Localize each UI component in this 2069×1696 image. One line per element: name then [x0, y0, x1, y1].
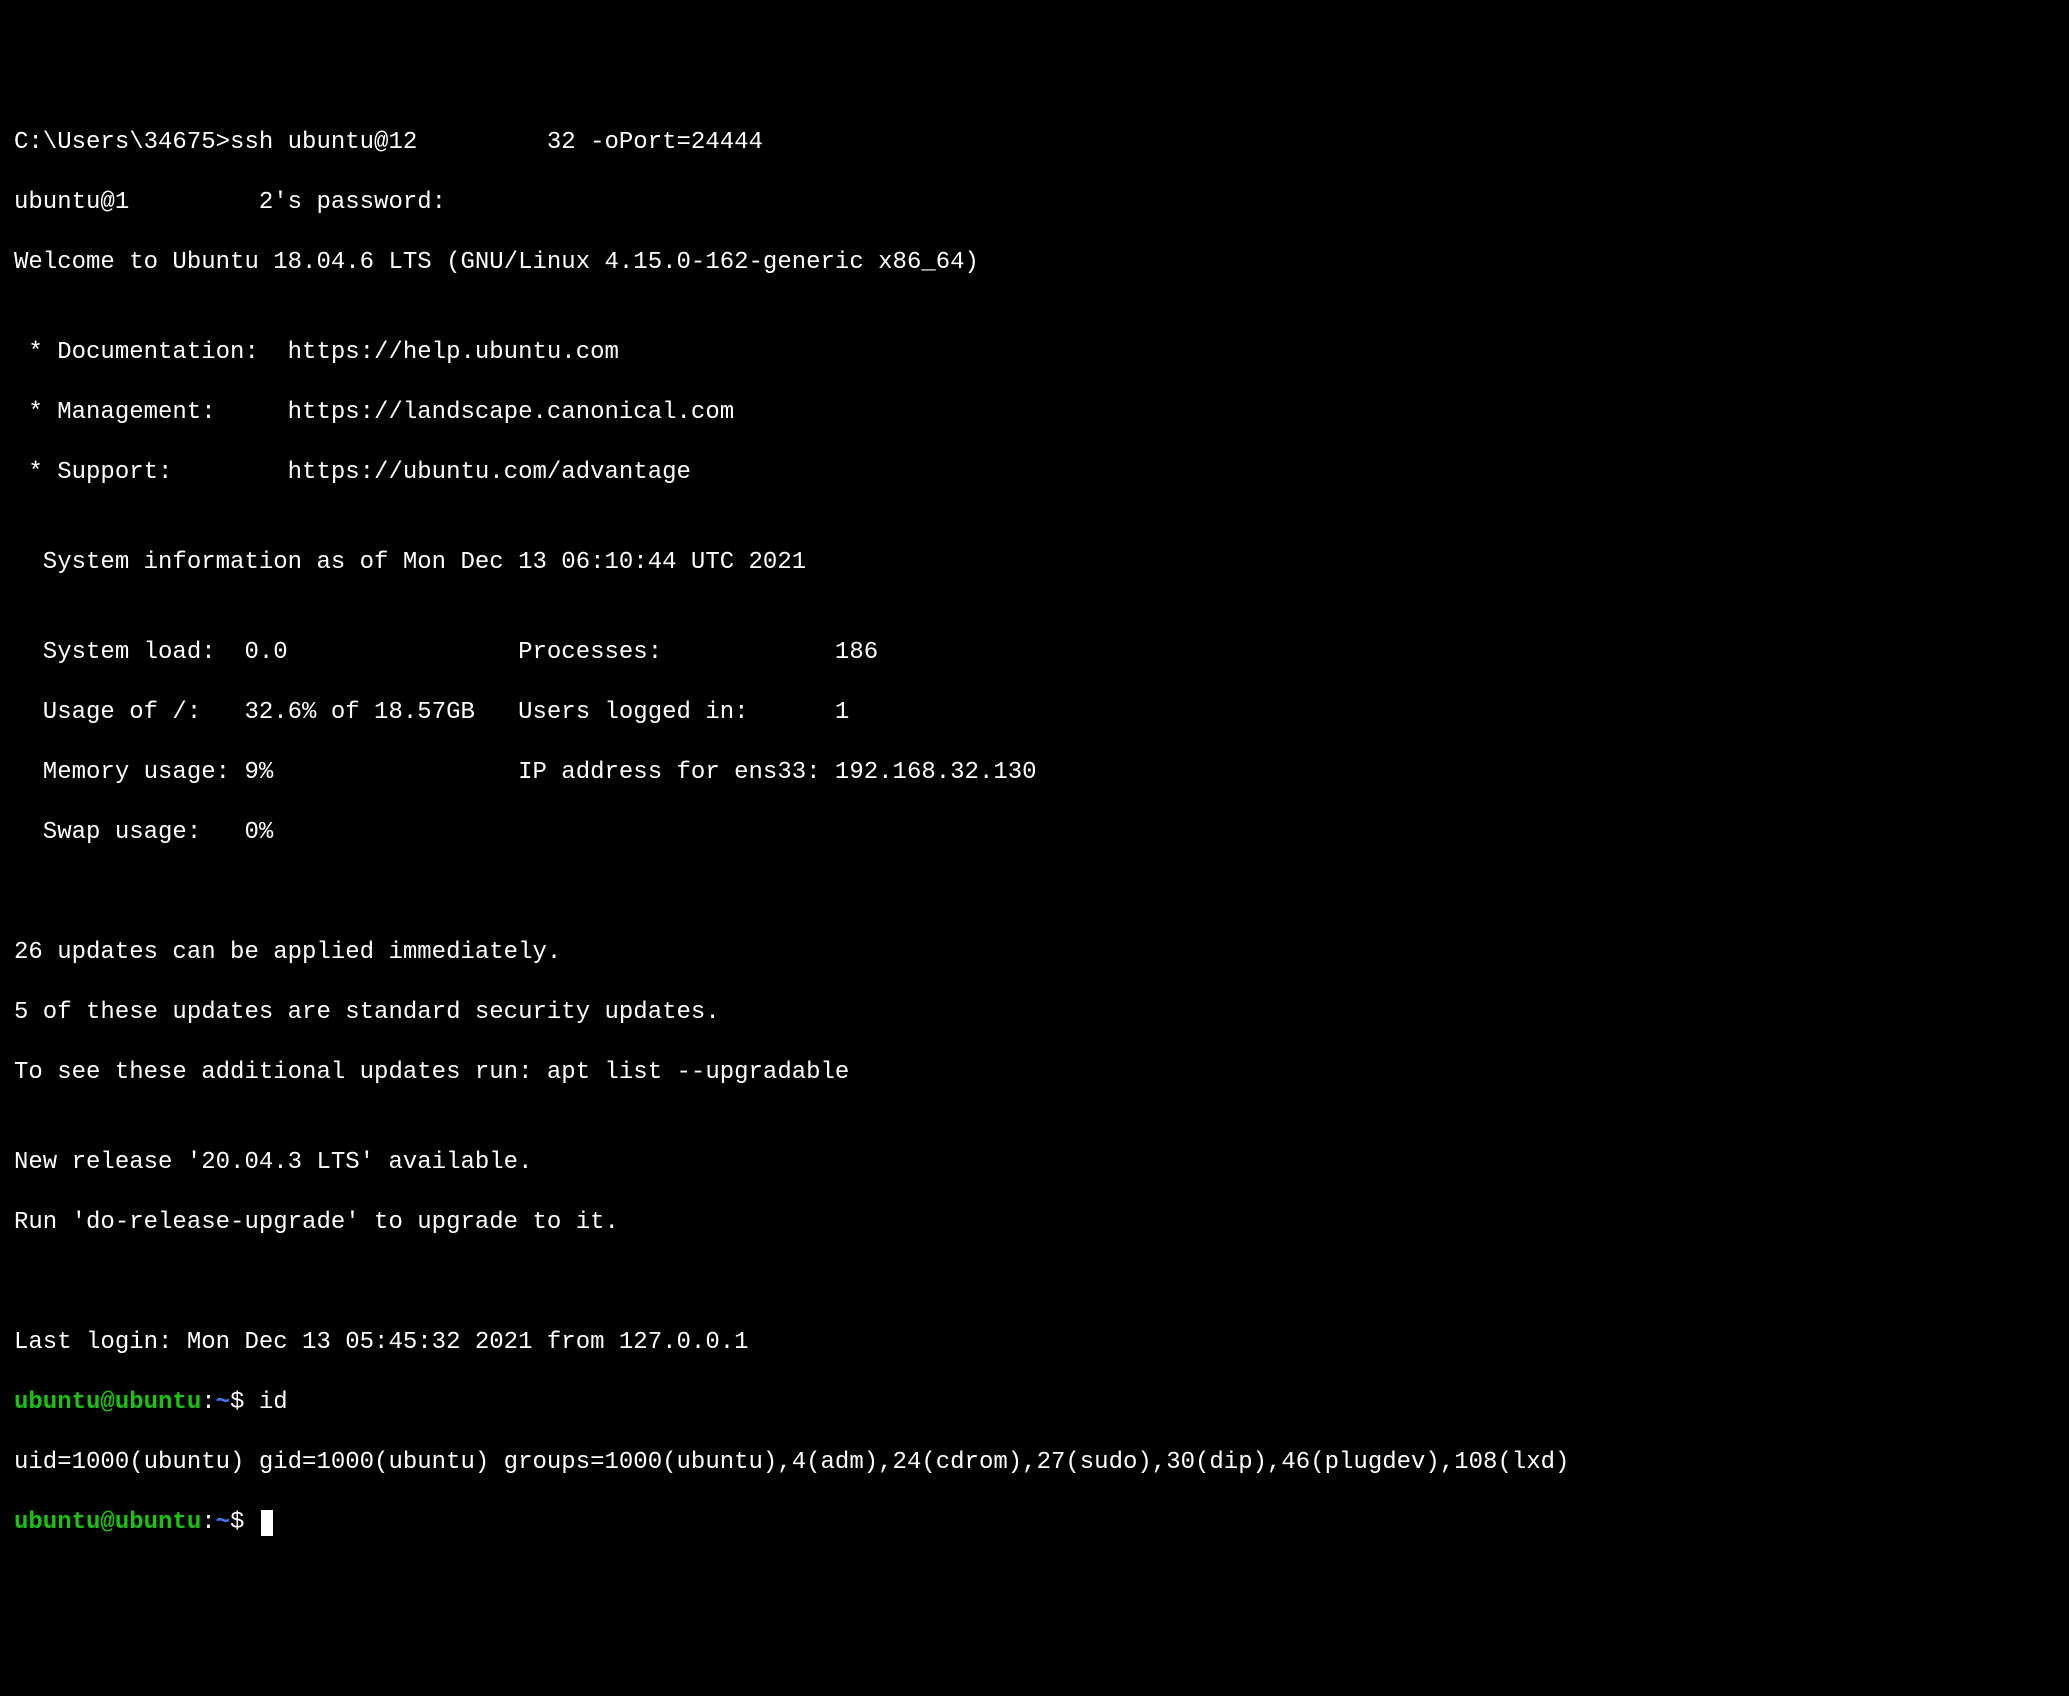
welcome-line: Welcome to Ubuntu 18.04.6 LTS (GNU/Linux… [14, 248, 2055, 278]
updates-count-line: 26 updates can be applied immediately. [14, 938, 2055, 968]
prompt-line-2[interactable]: ubuntu@ubuntu:~$ [14, 1508, 2055, 1538]
support-line: * Support: https://ubuntu.com/advantage [14, 458, 2055, 488]
prompt-colon: : [201, 1389, 215, 1416]
prompt-path: ~ [216, 1509, 230, 1536]
sysinfo-header-line: System information as of Mon Dec 13 06:1… [14, 548, 2055, 578]
prompt-dollar: $ [230, 1509, 259, 1536]
release-line: New release '20.04.3 LTS' available. [14, 1148, 2055, 1178]
last-login-line: Last login: Mon Dec 13 05:45:32 2021 fro… [14, 1328, 2055, 1358]
prompt-path: ~ [216, 1389, 230, 1416]
password-prompt-line: ubuntu@1 2's password: [14, 188, 2055, 218]
command-id: id [259, 1389, 288, 1416]
stat-load-line: System load: 0.0 Processes: 186 [14, 638, 2055, 668]
prompt-dollar: $ [230, 1389, 259, 1416]
updates-hint-line: To see these additional updates run: apt… [14, 1058, 2055, 1088]
stat-swap-line: Swap usage: 0% [14, 818, 2055, 848]
prompt-userhost: ubuntu@ubuntu [14, 1509, 201, 1536]
id-output-line: uid=1000(ubuntu) gid=1000(ubuntu) groups… [14, 1448, 2055, 1478]
stat-usage-line: Usage of /: 32.6% of 18.57GB Users logge… [14, 698, 2055, 728]
cursor-icon [261, 1510, 273, 1536]
doc-line: * Documentation: https://help.ubuntu.com [14, 338, 2055, 368]
management-line: * Management: https://landscape.canonica… [14, 398, 2055, 428]
prompt-colon: : [201, 1509, 215, 1536]
stat-mem-line: Memory usage: 9% IP address for ens33: 1… [14, 758, 2055, 788]
release-hint-line: Run 'do-release-upgrade' to upgrade to i… [14, 1208, 2055, 1238]
local-prompt-line: C:\Users\34675>ssh ubuntu@12 32 -oPort=2… [14, 128, 2055, 158]
updates-sec-line: 5 of these updates are standard security… [14, 998, 2055, 1028]
prompt-userhost: ubuntu@ubuntu [14, 1389, 201, 1416]
prompt-line-1[interactable]: ubuntu@ubuntu:~$ id [14, 1388, 2055, 1418]
